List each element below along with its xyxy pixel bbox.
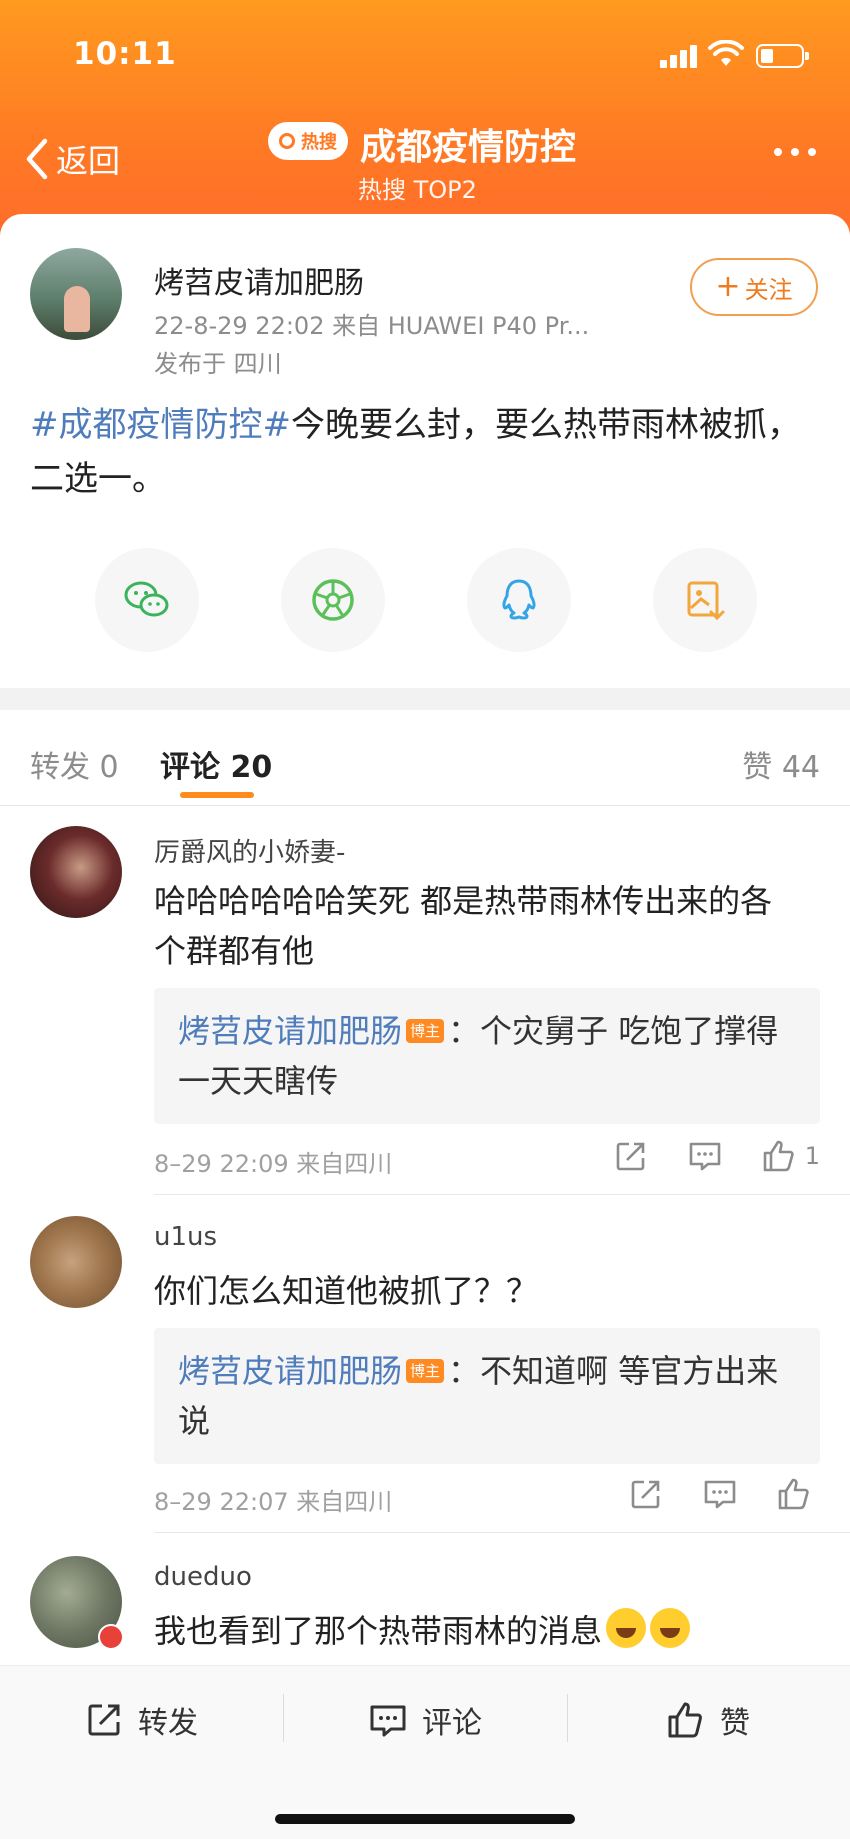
battery-icon (756, 44, 809, 68)
commenter-avatar[interactable] (30, 826, 122, 918)
verified-badge-icon (98, 1624, 124, 1650)
save-image-icon (687, 581, 725, 621)
share-wechat-button[interactable] (95, 548, 199, 652)
bar-divider (283, 1694, 284, 1742)
chevron-left-icon (26, 138, 48, 180)
page-subtitle: 热搜 TOP2 (358, 176, 477, 204)
comment-actions (590, 1476, 820, 1512)
share-icon (631, 1480, 660, 1509)
commenter-avatar[interactable] (30, 1556, 124, 1650)
like-count: 1 (804, 1142, 820, 1170)
thumbs-up-icon (778, 1478, 809, 1510)
post-meta: 22-8-29 22:02 来自 HUAWEI P40 Pr... (154, 312, 590, 340)
comment-repost-button[interactable] (613, 1138, 649, 1174)
hot-search-badge-label: 热搜 (301, 132, 337, 153)
comment-text-row: 我也看到了那个热带雨林的消息 (154, 1606, 804, 1656)
post-body: #成都疫情防控#今晚要么封，要么热带雨林被抓，二选一。 (30, 398, 820, 506)
commenter-name[interactable]: 厉爵风的小娇妻- (154, 832, 345, 869)
qq-icon (502, 579, 536, 620)
commenter-name[interactable]: dueduo (154, 1562, 252, 1592)
back-label: 返回 (56, 142, 121, 180)
comment-text: 哈哈哈哈哈哈笑死 都是热带雨林传出来的各个群都有他 (154, 882, 773, 970)
hot-search-badge: 热搜 (268, 122, 348, 160)
repost-label: 转发 (138, 1706, 198, 1741)
plus-icon: + (715, 269, 741, 304)
tab-bar: 转发 0 评论 20 赞 44 (0, 710, 850, 806)
page-title: 成都疫情防控 (360, 127, 577, 168)
wechat-icon (124, 581, 169, 617)
tab-comment[interactable]: 评论 20 (160, 742, 272, 786)
comment-actions: 1 (575, 1138, 820, 1174)
comment-reply-button[interactable] (702, 1476, 738, 1512)
laughing-emoji-icon (606, 1608, 647, 1648)
share-qq-button[interactable] (467, 548, 571, 652)
laughing-emoji-icon (650, 1608, 691, 1648)
comment-icon (370, 1705, 406, 1737)
search-icon (279, 133, 295, 149)
comment-repost-button[interactable] (628, 1476, 664, 1512)
share-moments-button[interactable] (281, 548, 385, 652)
reply-author-name[interactable]: 烤苕皮请加肥肠 (178, 1012, 402, 1050)
post-location: 发布于 四川 (154, 350, 282, 378)
commenter-name[interactable]: u1us (154, 1222, 217, 1252)
comment-reply-button[interactable] (687, 1138, 723, 1174)
like-label: 赞 (720, 1706, 750, 1741)
top-header: 10:11 返回 热搜 成都疫情防控 热搜 TOP2 (0, 0, 850, 250)
author-name[interactable]: 烤苕皮请加肥肠 (154, 258, 364, 302)
comment-meta: 8–29 22:07 来自四川 (154, 1488, 393, 1516)
save-image-button[interactable] (653, 548, 757, 652)
signal-icon (660, 44, 700, 68)
comment-like-button[interactable]: 1 (761, 1138, 820, 1174)
comment-like-button[interactable] (776, 1476, 820, 1512)
author-reply[interactable]: 烤苕皮请加肥肠 博主 ：个灾舅子 吃饱了撑得一天天瞎传 (154, 988, 820, 1124)
more-dots-icon (774, 148, 782, 156)
bottom-action-bar: 转发 评论 赞 (0, 1665, 850, 1839)
author-reply[interactable]: 烤苕皮请加肥肠 博主 ：不知道啊 等官方出来说 (154, 1328, 820, 1464)
wifi-icon (708, 40, 744, 66)
comment-meta: 8–29 22:09 来自四川 (154, 1150, 393, 1178)
comment-icon (689, 1142, 721, 1171)
share-icon (88, 1704, 120, 1736)
share-icon (616, 1142, 645, 1171)
follow-button[interactable]: + 关注 (690, 258, 818, 316)
follow-label: 关注 (744, 275, 793, 304)
hashtag-link[interactable]: #成都疫情防控# (30, 405, 291, 445)
author-avatar[interactable] (30, 248, 122, 340)
status-time: 10:11 (73, 36, 177, 72)
comment-text: 我也看到了那个热带雨林的消息 (154, 1612, 603, 1650)
comment-icon (704, 1480, 736, 1509)
thumbs-up-icon (668, 1702, 702, 1738)
repost-button[interactable]: 转发 (84, 1698, 198, 1742)
status-bar: 10:11 (0, 0, 850, 100)
back-button[interactable]: 返回 (24, 136, 120, 182)
bar-divider (567, 1694, 568, 1742)
section-divider (0, 688, 850, 710)
comment-label: 评论 (422, 1706, 482, 1741)
comment-text: 你们怎么知道他被抓了？？ (154, 1272, 539, 1310)
tab-repost[interactable]: 转发 0 (30, 742, 119, 786)
home-indicator (275, 1814, 575, 1824)
more-options-button[interactable] (774, 148, 816, 156)
thumbs-up-icon (763, 1140, 794, 1172)
like-button[interactable]: 赞 (666, 1698, 750, 1742)
comment-button[interactable]: 评论 (368, 1698, 482, 1742)
moments-icon (312, 579, 354, 621)
reply-author-name[interactable]: 烤苕皮请加肥肠 (178, 1352, 402, 1390)
active-tab-indicator (180, 792, 254, 798)
comment-separator (154, 1532, 850, 1533)
tab-like[interactable]: 赞 44 (742, 742, 820, 786)
blogger-badge: 博主 (406, 1359, 445, 1383)
comment-separator (154, 1194, 850, 1195)
blogger-badge: 博主 (406, 1019, 445, 1043)
commenter-avatar[interactable] (30, 1216, 122, 1308)
share-row (0, 548, 850, 658)
